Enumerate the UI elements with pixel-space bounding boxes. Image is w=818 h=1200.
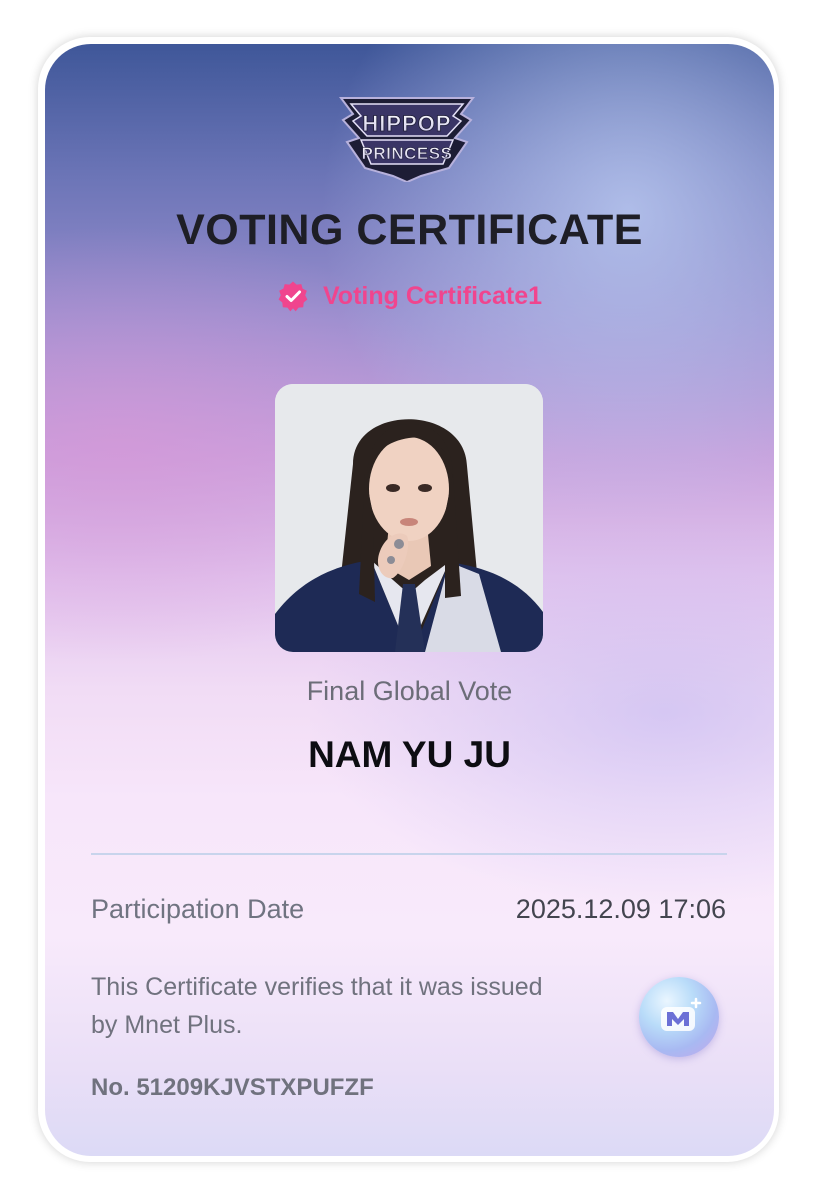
candidate-photo [275,384,543,652]
verification-text: This Certificate verifies that it was is… [91,973,543,1039]
certificate-badge: Voting Certificate1 [45,280,774,312]
certificate-title: VOTING CERTIFICATE [176,206,643,254]
divider [91,853,727,855]
participation-date-label: Participation Date [91,894,305,924]
svg-text:PRINCESS: PRINCESS [362,144,453,163]
vote-name: Final Global Vote [306,676,513,706]
serial-number: No. 51209KJVSTXPUFZF [91,1074,374,1101]
mnet-plus-logo-icon [639,977,719,1057]
hippop-princess-logo: HIPPOP PRINCESS [339,97,475,182]
participation-date-value: 2025.12.09 17:06 [515,894,726,924]
badge-label: Voting Certificate1 [322,281,543,310]
candidate-name: NAM YU JU [308,734,511,775]
verified-badge-icon [278,281,308,312]
certificate-card: HIPPOP PRINCESS VOTING CERTIFICATE Votin… [45,44,774,1156]
svg-text:HIPPOP: HIPPOP [362,111,451,136]
